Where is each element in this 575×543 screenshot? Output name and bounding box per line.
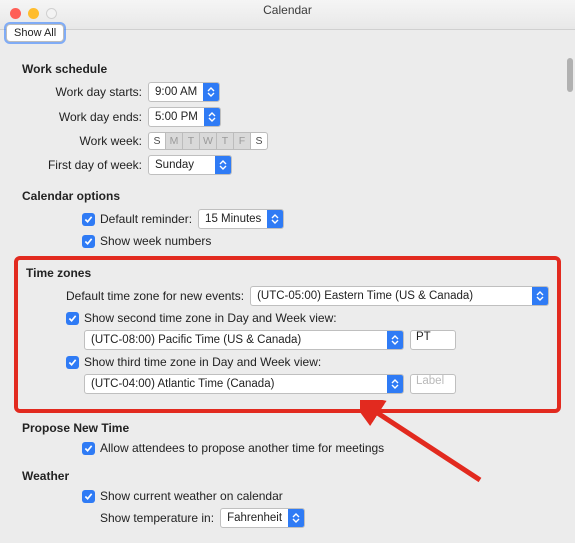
chevron-updown-icon bbox=[267, 210, 283, 228]
window-controls bbox=[10, 8, 57, 19]
second-tz-check-label: Show second time zone in Day and Week vi… bbox=[84, 311, 337, 325]
first-day-label: First day of week: bbox=[22, 158, 148, 172]
toolbar: Show All bbox=[6, 24, 64, 42]
chevron-updown-icon bbox=[387, 375, 403, 393]
week-day-4[interactable]: T bbox=[216, 132, 234, 150]
temperature-unit-select[interactable]: Fahrenheit bbox=[220, 508, 305, 528]
third-tz-check-label: Show third time zone in Day and Week vie… bbox=[84, 355, 321, 369]
default-reminder-label: Default reminder: bbox=[100, 212, 192, 226]
week-day-2[interactable]: T bbox=[182, 132, 200, 150]
section-work-schedule: Work schedule bbox=[22, 62, 553, 76]
temperature-unit-label: Show temperature in: bbox=[100, 511, 214, 525]
minimize-icon[interactable] bbox=[28, 8, 39, 19]
third-tz-select[interactable]: (UTC-04:00) Atlantic Time (Canada) bbox=[84, 374, 404, 394]
second-tz-select[interactable]: (UTC-08:00) Pacific Time (US & Canada) bbox=[84, 330, 404, 350]
chevron-updown-icon bbox=[203, 83, 219, 101]
week-day-6[interactable]: S bbox=[250, 132, 268, 150]
week-day-0[interactable]: S bbox=[148, 132, 166, 150]
week-day-3[interactable]: W bbox=[199, 132, 217, 150]
window-title: Calendar bbox=[0, 0, 575, 19]
section-weather: Weather bbox=[22, 469, 553, 483]
chevron-updown-icon bbox=[215, 156, 231, 174]
third-tz-checkbox[interactable] bbox=[66, 356, 79, 369]
default-tz-select[interactable]: (UTC-05:00) Eastern Time (US & Canada) bbox=[250, 286, 549, 306]
chevron-updown-icon bbox=[288, 509, 304, 527]
work-day-starts-label: Work day starts: bbox=[22, 85, 148, 99]
default-reminder-checkbox[interactable] bbox=[82, 213, 95, 226]
work-day-ends-label: Work day ends: bbox=[22, 110, 148, 124]
third-tz-label-input[interactable]: Label bbox=[410, 374, 456, 394]
allow-propose-checkbox[interactable] bbox=[82, 442, 95, 455]
section-calendar-options: Calendar options bbox=[22, 189, 553, 203]
work-day-ends-select[interactable]: 5:00 PM bbox=[148, 107, 221, 127]
default-tz-label: Default time zone for new events: bbox=[66, 289, 244, 303]
scrollbar[interactable] bbox=[567, 58, 573, 92]
preferences-pane: Work schedule Work day starts: 9:00 AM W… bbox=[0, 30, 575, 543]
zoom-icon[interactable] bbox=[46, 8, 57, 19]
show-weather-checkbox[interactable] bbox=[82, 490, 95, 503]
show-week-numbers-label: Show week numbers bbox=[100, 234, 211, 248]
chevron-updown-icon bbox=[204, 108, 220, 126]
work-week-segmented[interactable]: SMTWTFS bbox=[148, 132, 268, 150]
week-day-1[interactable]: M bbox=[165, 132, 183, 150]
chevron-updown-icon bbox=[532, 287, 548, 305]
week-day-5[interactable]: F bbox=[233, 132, 251, 150]
time-zones-highlight: Time zones Default time zone for new eve… bbox=[14, 256, 561, 413]
second-tz-label-input[interactable]: PT bbox=[410, 330, 456, 350]
chevron-updown-icon bbox=[387, 331, 403, 349]
work-day-starts-select[interactable]: 9:00 AM bbox=[148, 82, 220, 102]
work-week-label: Work week: bbox=[22, 134, 148, 148]
default-reminder-select[interactable]: 15 Minutes bbox=[198, 209, 284, 229]
section-propose: Propose New Time bbox=[22, 421, 553, 435]
allow-propose-label: Allow attendees to propose another time … bbox=[100, 441, 384, 455]
titlebar: Calendar bbox=[0, 0, 575, 30]
second-tz-checkbox[interactable] bbox=[66, 312, 79, 325]
show-all-button[interactable]: Show All bbox=[6, 24, 64, 42]
section-time-zones: Time zones bbox=[26, 266, 549, 280]
first-day-select[interactable]: Sunday bbox=[148, 155, 232, 175]
close-icon[interactable] bbox=[10, 8, 21, 19]
show-week-numbers-checkbox[interactable] bbox=[82, 235, 95, 248]
show-weather-label: Show current weather on calendar bbox=[100, 489, 283, 503]
